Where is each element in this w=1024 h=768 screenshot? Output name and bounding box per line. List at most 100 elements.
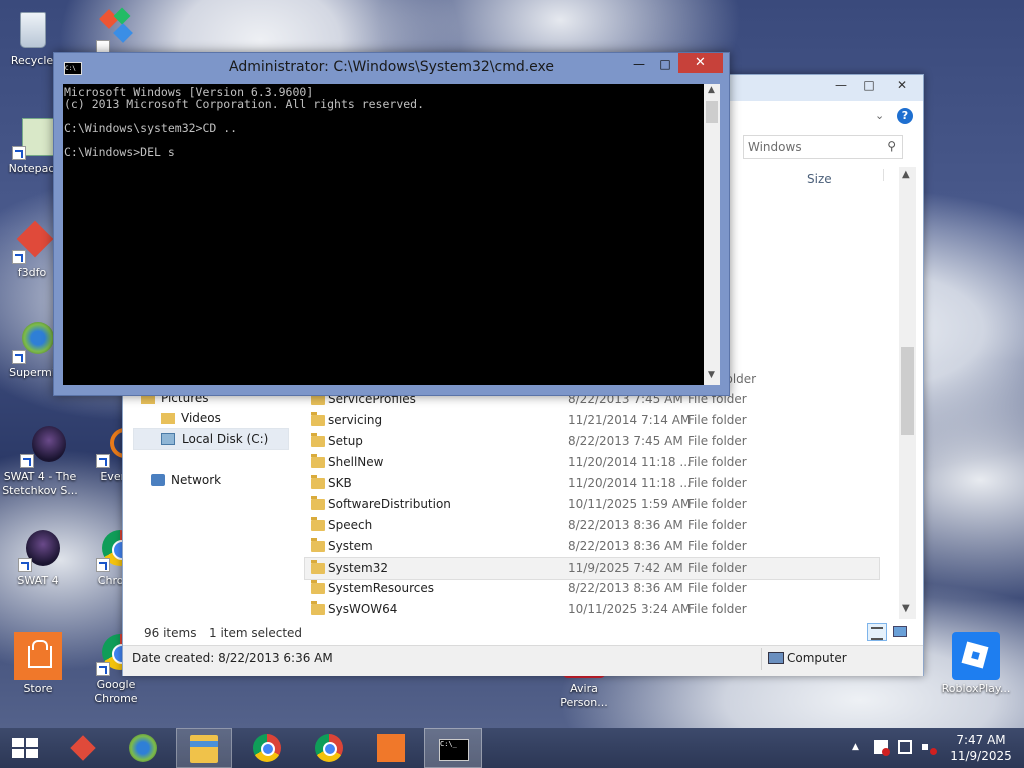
clock[interactable]: 7:47 AM 11/9/2025 [950, 732, 1012, 764]
videos-folder-icon [161, 413, 175, 424]
table-row[interactable]: System32 11/9/2025 7:42 AM File folder [304, 557, 880, 580]
search-box[interactable]: Windows ⚲ [743, 135, 903, 159]
scroll-up-arrow[interactable]: ▲ [902, 169, 910, 180]
folder-icon [311, 475, 325, 489]
cmd-scroll-up-arrow[interactable]: ▲ [708, 85, 715, 95]
search-input[interactable]: Windows [748, 140, 802, 154]
browser-icon [129, 734, 157, 762]
desktop-icon-label: f3dfo [17, 266, 47, 279]
table-row[interactable]: SysWOW64 10/11/2025 3:24 AM File folder [305, 599, 879, 620]
file-type: File folder [688, 518, 747, 532]
table-row[interactable]: SKB 11/20/2014 11:18 ... File folder [305, 473, 879, 494]
vertical-scrollbar[interactable]: ▲ ▼ [899, 167, 916, 619]
file-name: Setup [328, 434, 363, 448]
taskbar-app-cmd[interactable]: C:\_ [424, 728, 482, 768]
file-explorer-icon [190, 735, 218, 763]
cmd-scrollbar-thumb[interactable] [706, 101, 718, 123]
shortcut-multicolor-icon[interactable] [94, 7, 138, 54]
folder-icon [311, 560, 325, 574]
details-divider [761, 648, 762, 670]
desktop-icon-swat4[interactable]: SWAT 4 [8, 528, 68, 588]
nav-item-network[interactable]: Network [151, 473, 221, 487]
table-row[interactable]: SystemResources 8/22/2013 8:36 AM File fol… [305, 578, 879, 599]
scroll-down-arrow[interactable]: ▼ [902, 603, 910, 614]
large-icons-view-icon [893, 626, 907, 637]
cmd-minimize-button[interactable]: — [626, 55, 652, 73]
browser-icon [10, 320, 54, 364]
folder-icon [311, 454, 325, 468]
game-icon [18, 424, 66, 468]
close-button[interactable]: ✕ [883, 75, 921, 95]
console-line: (c) 2013 Microsoft Corporation. All righ… [64, 97, 425, 111]
table-row[interactable]: Speech 8/22/2013 8:36 AM File folder [305, 515, 879, 536]
network-tray-icon[interactable] [898, 740, 912, 754]
desktop-icon-label: Google Chrome [94, 678, 138, 705]
taskbar-app-chrome-2[interactable] [302, 728, 356, 768]
app-icon [10, 220, 54, 264]
cmd-scroll-down-arrow[interactable]: ▼ [708, 370, 715, 380]
taskbar-app-file-explorer[interactable] [176, 728, 232, 768]
cmd-icon: C:\_ [439, 739, 469, 761]
table-row[interactable]: servicing 11/21/2014 7:14 AM File folder [305, 410, 879, 431]
computer-icon [768, 652, 784, 664]
file-name: SystemResources [328, 581, 435, 595]
file-name: SKB [328, 476, 352, 490]
network-icon [151, 474, 165, 486]
large-icons-view-button[interactable] [891, 624, 907, 638]
clock-time: 7:47 AM [956, 733, 1006, 747]
desktop-icon-label: Store [23, 682, 53, 695]
cmd-vertical-scrollbar[interactable]: ▲ ▼ [704, 84, 720, 385]
column-header-size[interactable]: Size [807, 172, 832, 186]
file-name: System [328, 539, 373, 553]
cmd-maximize-button[interactable]: □ [652, 55, 678, 73]
desktop-icon-store[interactable]: Store [8, 632, 68, 696]
folder-icon [311, 580, 325, 594]
column-divider [883, 169, 884, 181]
file-type: File folder [688, 497, 747, 511]
start-button[interactable] [0, 728, 48, 768]
taskbar-app-f3dfo[interactable] [56, 728, 110, 768]
nav-item-local-disk[interactable]: Local Disk (C:) [133, 428, 289, 450]
folder-icon [311, 517, 325, 531]
help-icon[interactable]: ? [897, 108, 913, 124]
folder-icon [311, 433, 325, 447]
chrome-icon [253, 734, 281, 762]
status-selected-count: 1 item selected [209, 626, 303, 640]
date-modified: 11/20/2014 11:18 ... [568, 476, 691, 490]
date-modified: 8/22/2013 8:36 AM [568, 581, 683, 595]
details-view-button[interactable] [867, 623, 887, 641]
cmd-window[interactable]: C:\ Administrator: C:\Windows\System32\c… [53, 52, 730, 396]
taskbar-app-store[interactable] [364, 728, 418, 768]
desktop-icon-label: SWAT 4 [17, 574, 59, 587]
search-icon: ⚲ [887, 139, 896, 153]
cmd-titlebar[interactable]: C:\ Administrator: C:\Windows\System32\c… [54, 53, 729, 81]
desktop-icon-swat4-stetchkov[interactable]: SWAT 4 - The Stetchkov S... [2, 424, 78, 498]
nav-item-videos[interactable]: Videos [161, 411, 221, 425]
date-modified: 8/22/2013 8:36 AM [568, 539, 683, 553]
file-name: SoftwareDistribution [328, 497, 451, 511]
folder-icon [311, 538, 325, 552]
file-name: System32 [328, 561, 389, 575]
roblox-icon [952, 632, 1000, 680]
table-row[interactable]: System 8/22/2013 8:36 AM File folder [305, 536, 879, 557]
show-hidden-icons-button[interactable]: ▲ [852, 742, 859, 752]
status-item-count: 96 items [144, 626, 197, 640]
table-row[interactable]: ShellNew 11/20/2014 11:18 ... File folder [305, 452, 879, 473]
cmd-console-output[interactable]: Microsoft Windows [Version 6.3.9600] (c) … [63, 84, 704, 385]
desktop-icon-label: Supermi [9, 366, 55, 379]
scrollbar-thumb[interactable] [901, 347, 914, 435]
console-line: C:\Windows>DEL s [64, 145, 175, 159]
maximize-button[interactable]: □ [855, 75, 883, 95]
taskbar-app-chrome-1[interactable] [240, 728, 294, 768]
desktop-icon-label: RobloxPlay... [941, 682, 1011, 695]
address-dropdown-icon[interactable]: ⌄ [875, 109, 884, 122]
volume-icon[interactable] [922, 740, 937, 755]
table-row[interactable]: SoftwareDistribution 10/11/2025 1:59 AM Fi… [305, 494, 879, 515]
cmd-close-button[interactable]: ✕ [678, 53, 723, 73]
desktop-icon-avira[interactable]: Avira Person... [554, 672, 614, 710]
table-row[interactable]: Setup 8/22/2013 7:45 AM File folder [305, 431, 879, 452]
desktop-icon-roblox[interactable]: RobloxPlay... [940, 632, 1012, 696]
minimize-button[interactable]: — [827, 75, 855, 95]
taskbar-app-supermium[interactable] [116, 728, 170, 768]
action-center-icon[interactable] [874, 740, 890, 756]
